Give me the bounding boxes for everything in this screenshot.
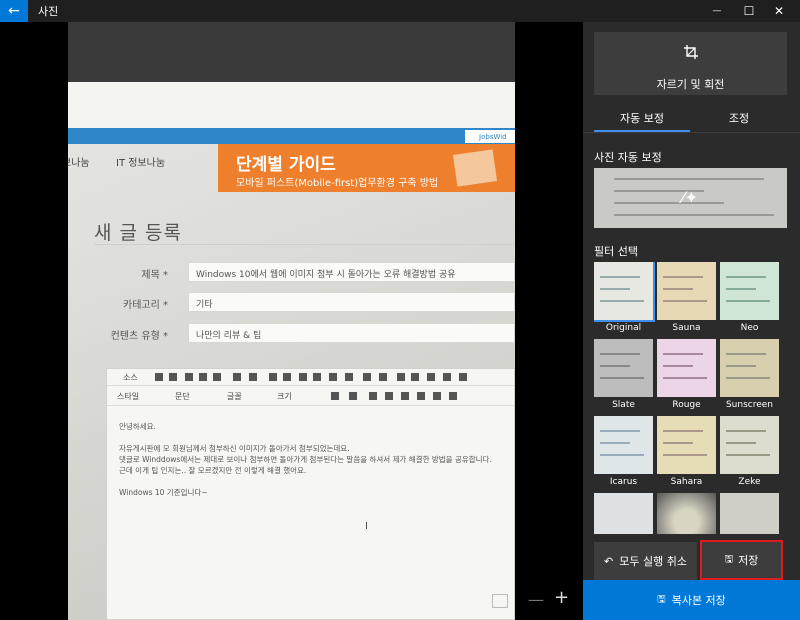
filter-label: Original bbox=[605, 323, 642, 333]
crop-rotate-button[interactable]: 자르기 및 회전 bbox=[594, 32, 787, 95]
filter-label: Sahara bbox=[670, 477, 703, 487]
form-label: 카테고리 * bbox=[123, 300, 168, 311]
filter-thumbnail bbox=[720, 493, 779, 534]
fit-to-screen-icon[interactable] bbox=[492, 594, 508, 608]
editor-body: 안녕하세요. 자유게시판에 모 회원님께서 첨부하신 이미지가 돌아가서 첨부되… bbox=[119, 421, 509, 498]
banner-subtitle: 모바일 퍼스트(Mobile-first)업무환경 구축 방법 bbox=[236, 178, 439, 189]
editor-font-label: 글꼴 bbox=[227, 392, 242, 401]
photo-editor: 소스 스타일 문단 글꼴 크기 안녕하세요. 자유게시판에 모 회원님께서 첨부… bbox=[106, 368, 515, 620]
editor-source-label: 소스 bbox=[123, 373, 138, 382]
filter-thumbnail bbox=[594, 493, 653, 534]
editor-line: 근데 이게 팁 인지는.. 잘 모르겠지만 전 이렇게 해결 했어요. bbox=[119, 466, 307, 475]
filter-label: Neo bbox=[740, 323, 759, 333]
auto-enhance-thumbnail[interactable]: ⁄✦ bbox=[594, 168, 787, 228]
editor-line: Windows 10 기준입니다~ bbox=[119, 488, 208, 497]
filter-thumbnail bbox=[720, 262, 779, 320]
minimize-icon: — bbox=[712, 6, 722, 16]
filter-grid: Original Sauna Neo Slate Rouge Sunscreen… bbox=[594, 262, 800, 534]
zoom-in-button[interactable]: + bbox=[554, 587, 569, 608]
photo-nav-item: 보나눔 bbox=[68, 158, 90, 169]
filter-title: 필터 선택 bbox=[594, 245, 638, 258]
undo-icon: ↶ bbox=[604, 554, 614, 568]
back-button[interactable]: ← bbox=[0, 0, 28, 22]
banner-title: 단계별 가이드 bbox=[236, 155, 336, 175]
crop-rotate-label: 자르기 및 회전 bbox=[656, 78, 725, 91]
filter-thumbnail bbox=[594, 262, 655, 322]
editor-line bbox=[119, 432, 509, 443]
save-copy-icon: 🖫 bbox=[657, 593, 666, 605]
filter-thumbnail bbox=[720, 416, 779, 474]
save-button[interactable]: 🖫 저장 bbox=[700, 540, 783, 580]
filter-label: Slate bbox=[612, 400, 635, 410]
zoom-out-button[interactable]: — bbox=[528, 590, 544, 609]
filter-thumbnail bbox=[720, 339, 779, 397]
editor-style-label: 스타일 bbox=[117, 392, 140, 401]
filter-label: Sauna bbox=[672, 323, 701, 333]
filter-label: Icarus bbox=[609, 477, 638, 487]
page-heading: 새 글 등록 bbox=[94, 222, 182, 244]
filter-thumbnail bbox=[594, 416, 653, 474]
back-arrow-icon: ← bbox=[8, 3, 20, 19]
editor-paragraph-label: 문단 bbox=[175, 392, 190, 401]
filter-thumbnail bbox=[657, 493, 716, 534]
form-value: 기타 bbox=[188, 292, 515, 312]
save-copy-button[interactable]: 🖫 복사본 저장 bbox=[583, 580, 800, 620]
photo-nav-item: IT 정보나눔 bbox=[116, 158, 166, 169]
edit-panel: 자르기 및 회전 자동 보정 조정 사진 자동 보정 ⁄✦ 필터 선택 Orig… bbox=[583, 22, 800, 620]
site-header-bar bbox=[68, 128, 515, 144]
magic-wand-icon: ⁄✦ bbox=[682, 188, 699, 207]
close-button[interactable]: ✕ bbox=[756, 0, 800, 22]
filter-label: Rouge bbox=[672, 400, 701, 410]
editor-line: 안녕하세요. bbox=[119, 422, 156, 431]
undo-all-label: 모두 실행 취소 bbox=[619, 555, 687, 568]
app-title: 사진 bbox=[38, 5, 59, 18]
filter-thumbnail bbox=[657, 339, 716, 397]
site-logo: JobsWid bbox=[465, 130, 515, 143]
form-label: 제목 * bbox=[141, 270, 168, 281]
form-value: Windows 10에서 웹에 이미지 첨부 시 돌아가는 오류 해결방법 공유 bbox=[188, 262, 515, 282]
editor-line: 자유게시판에 모 회원님께서 첨부하신 이미지가 돌아가서 첨부되었는데요. bbox=[119, 444, 350, 453]
save-copy-label: 복사본 저장 bbox=[671, 594, 726, 607]
editor-size-label: 크기 bbox=[277, 392, 292, 401]
editor-line bbox=[119, 476, 509, 487]
undo-all-button[interactable]: ↶ 모두 실행 취소 bbox=[594, 542, 697, 580]
crop-icon bbox=[684, 45, 698, 59]
close-icon: ✕ bbox=[773, 4, 785, 18]
photo-preview: JobsWid 보나눔 IT 정보나눔 단계별 가이드 모바일 퍼스트(Mobi… bbox=[68, 22, 515, 620]
form-value: 나만의 리뷰 & 팁 bbox=[188, 323, 515, 343]
photo-banner: 단계별 가이드 모바일 퍼스트(Mobile-first)업무환경 구축 방법 bbox=[218, 144, 515, 192]
save-disk-icon: 🖫 bbox=[724, 553, 734, 565]
text-cursor-icon: I bbox=[365, 521, 368, 532]
filter-label: Sunscreen bbox=[725, 400, 774, 410]
form-label: 컨텐츠 유형 * bbox=[110, 331, 168, 342]
filter-thumbnail bbox=[657, 262, 716, 320]
editor-line: 댓글로 Winddows에서는 제대로 보이나 첨부하면 돌아가게 첨부된다는 … bbox=[119, 455, 492, 464]
save-label: 저장 bbox=[738, 554, 759, 567]
auto-enhance-title: 사진 자동 보정 bbox=[594, 151, 662, 164]
maximize-icon: ☐ bbox=[743, 4, 755, 18]
filter-thumbnail bbox=[657, 416, 716, 474]
photo-canvas[interactable]: JobsWid 보나눔 IT 정보나눔 단계별 가이드 모바일 퍼스트(Mobi… bbox=[0, 22, 583, 620]
filter-thumbnail bbox=[594, 339, 653, 397]
title-bar: ← 사진 — ☐ ✕ bbox=[0, 0, 800, 22]
filter-label: Zeke bbox=[738, 477, 761, 487]
